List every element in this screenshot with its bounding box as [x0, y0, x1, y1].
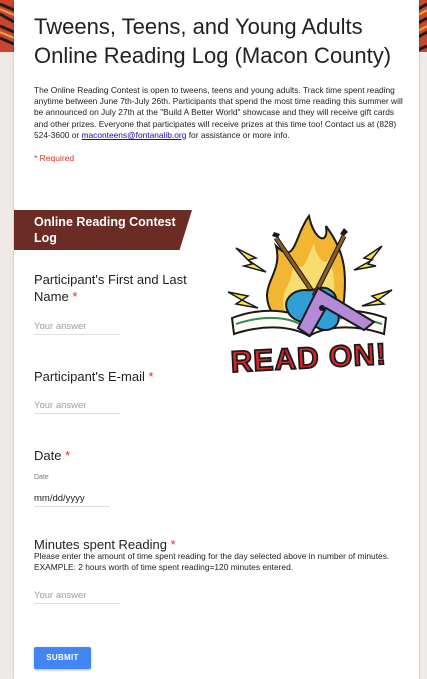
- question-minutes-help: Please enter the amount of time spent re…: [34, 551, 390, 573]
- required-asterisk: *: [72, 289, 78, 304]
- background-pattern-left: [0, 0, 14, 52]
- form-title: Tweens, Teens, and Young Adults Online R…: [34, 14, 392, 68]
- required-asterisk: *: [148, 369, 154, 384]
- required-asterisk: *: [65, 448, 71, 463]
- question-email-title: Participant's E-mail *: [34, 368, 234, 385]
- form-card: Tweens, Teens, and Young Adults Online R…: [14, 0, 419, 679]
- date-sublabel: Date: [34, 474, 49, 481]
- question-minutes-label: Minutes spent Reading: [34, 537, 167, 552]
- question-date-label: Date: [34, 448, 62, 463]
- description-text-end: for assistance or more info.: [186, 129, 290, 140]
- contact-email-link[interactable]: maconteens@fontanalib.org: [82, 130, 187, 140]
- section-header: Online Reading Contest Log: [14, 210, 192, 250]
- svg-text:READ ON!: READ ON!: [230, 338, 388, 379]
- minutes-input[interactable]: [34, 588, 120, 604]
- question-date-title: Date *: [34, 447, 154, 464]
- email-input[interactable]: [34, 398, 120, 414]
- question-email-label: Participant's E-mail: [34, 369, 145, 384]
- name-input[interactable]: [34, 319, 120, 335]
- read-on-artwork: READ ON!: [214, 196, 404, 386]
- date-input[interactable]: mm/dd/yyyy: [34, 491, 110, 507]
- guitars-book-flames-icon: READ ON!: [227, 213, 393, 380]
- question-name-label: Participant's First and Last Name: [34, 272, 187, 304]
- required-note: * Required: [34, 153, 75, 163]
- question-name-title: Participant's First and Last Name *: [34, 271, 202, 305]
- section-title: Online Reading Contest Log: [34, 215, 176, 245]
- form-description: The Online Reading Contest is open to tw…: [34, 85, 406, 141]
- submit-button[interactable]: SUBMIT: [34, 647, 91, 669]
- required-asterisk: *: [170, 537, 176, 552]
